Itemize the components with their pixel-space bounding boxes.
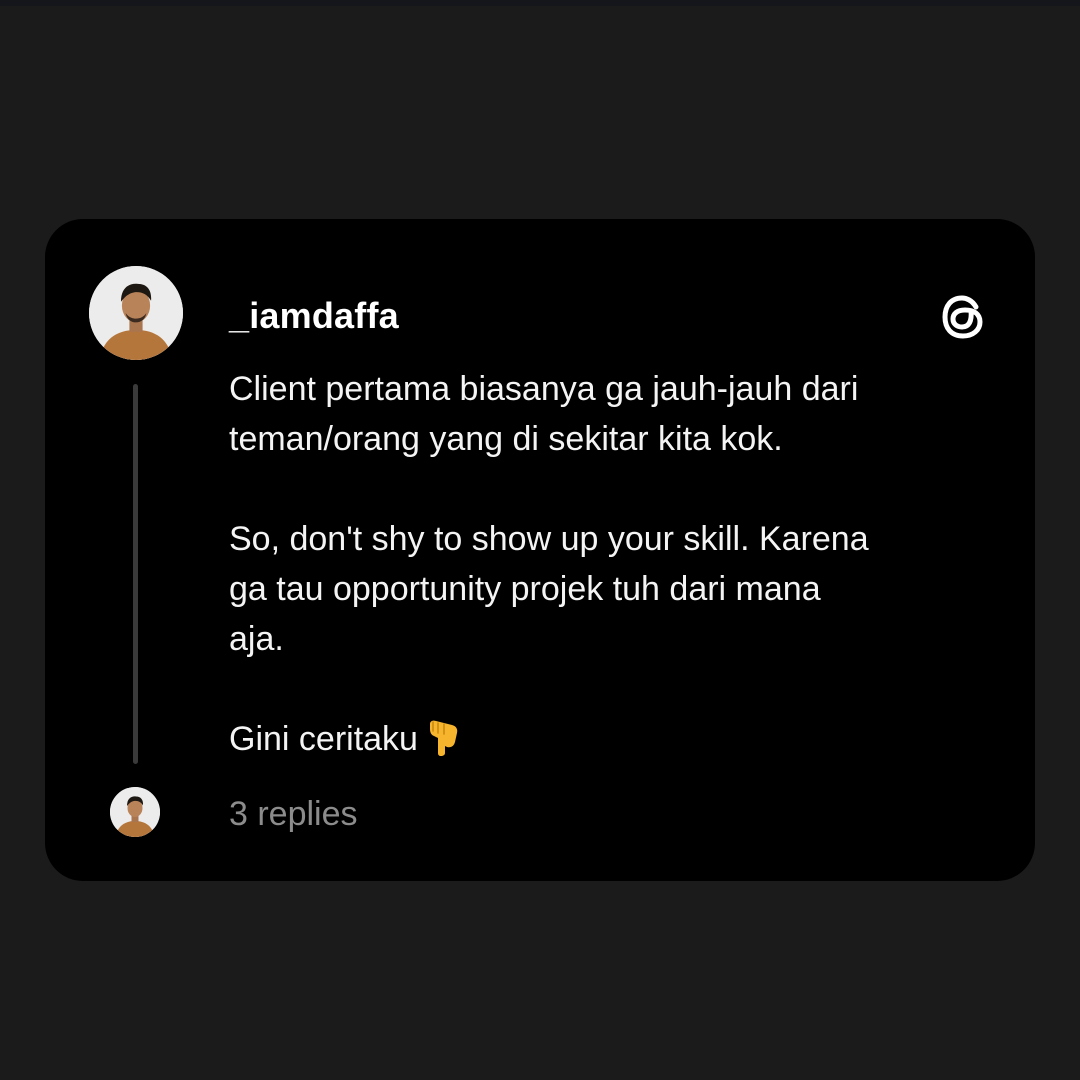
reply-avatar[interactable] — [110, 787, 160, 837]
post-paragraph-1: Client pertama biasanya ga jauh-jauh dar… — [229, 364, 999, 464]
top-edge-bar — [0, 0, 1080, 6]
replies-count-link[interactable]: 3 replies — [229, 795, 358, 834]
page: _iamdaffa Client pertama biasanya ga jau… — [0, 0, 1080, 1080]
threads-post-card[interactable]: _iamdaffa Client pertama biasanya ga jau… — [45, 219, 1035, 881]
post-body: Client pertama biasanya ga jauh-jauh dar… — [229, 364, 999, 764]
post-paragraph-2: So, don't shy to show up your skill. Kar… — [229, 514, 999, 664]
post-paragraph-3: Gini ceritaku — [229, 714, 999, 764]
pointing-down-emoji-icon — [424, 716, 464, 756]
text-line: So, don't shy to show up your skill. Kar… — [229, 520, 869, 558]
text-line: aja. — [229, 620, 284, 658]
author-username[interactable]: _iamdaffa — [229, 295, 399, 337]
text-line: ga tau opportunity projek tuh dari mana — [229, 570, 821, 608]
text-line: teman/orang yang di sekitar kita kok. — [229, 420, 783, 458]
threads-logo-icon[interactable] — [938, 292, 988, 342]
author-avatar[interactable] — [89, 266, 183, 360]
text-line: Gini ceritaku — [229, 720, 418, 758]
text-line: Client pertama biasanya ga jauh-jauh dar… — [229, 370, 859, 408]
thread-connector-line — [133, 384, 138, 764]
